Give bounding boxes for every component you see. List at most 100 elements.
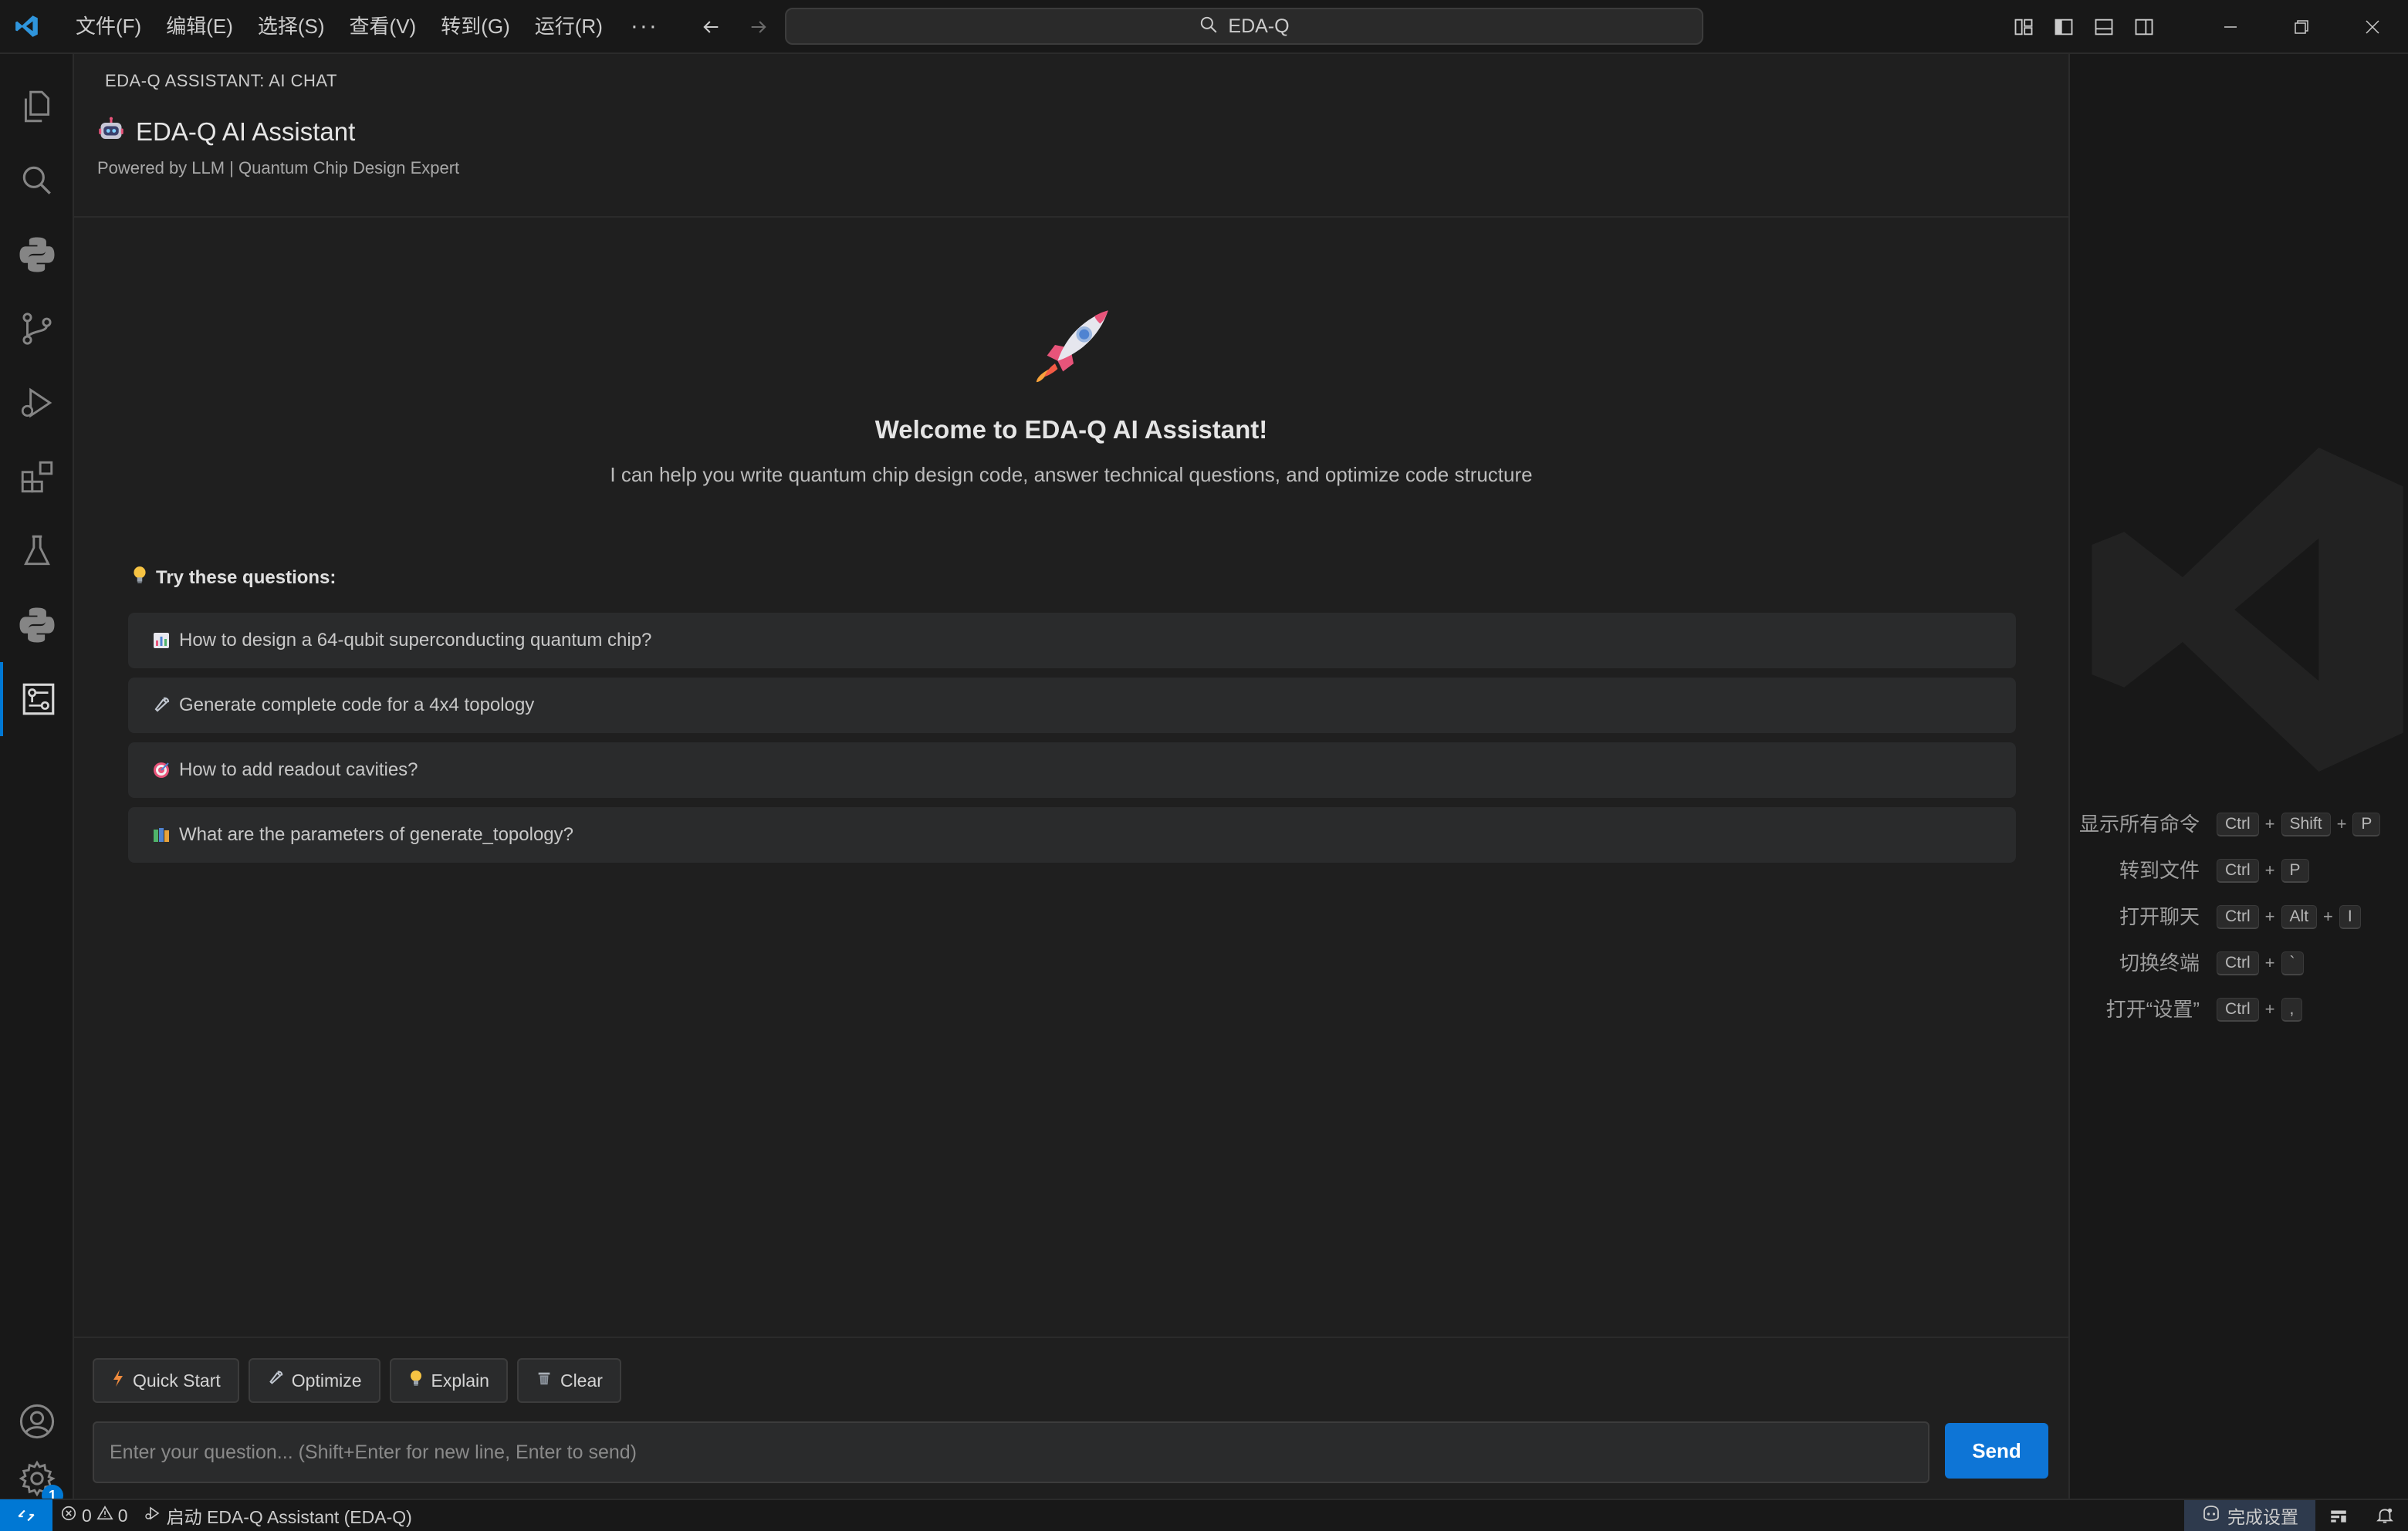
question-input[interactable] [93,1421,1929,1483]
suggestion-item[interactable]: How to design a 64-qubit superconducting… [128,613,2016,668]
ai-chat-panel: EDA-Q ASSISTANT: AI CHAT EDA-Q AI Assist… [74,54,2068,1499]
remote-indicator-icon[interactable] [0,1499,52,1531]
optimize-button[interactable]: Optimize [248,1358,380,1403]
status-bar: 0 0 启动 EDA-Q Assistant (EDA-Q) 完成设置 [0,1499,2408,1531]
menu-edit[interactable]: 编辑(E) [154,8,245,45]
menu-bar: 文件(F) 编辑(E) 选择(S) 查看(V) 转到(G) 运行(R) ··· [63,8,674,45]
copilot-icon [2201,1504,2221,1527]
key: Ctrl [2217,997,2259,1022]
explorer-icon[interactable] [0,69,74,144]
settings-icon[interactable]: 1 [0,1458,74,1506]
notifications-bell-icon[interactable] [2362,1506,2408,1526]
menu-file[interactable]: 文件(F) [63,8,154,45]
extensions-icon[interactable] [0,440,74,514]
try-label-text: Try these questions: [156,566,337,588]
key: Ctrl [2217,858,2259,883]
suggestion-text: What are the parameters of generate_topo… [179,824,573,845]
key: P [2281,858,2309,883]
shortcut-label: 切换终端 [2119,951,2200,975]
suggestion-item[interactable]: Generate complete code for a 4x4 topolog… [128,678,2016,733]
customize-layout-icon[interactable] [2004,7,2044,47]
suggestion-text: Generate complete code for a 4x4 topolog… [179,695,535,715]
chat-header: EDA-Q AI Assistant Powered by LLM | Quan… [74,108,2068,218]
bulb-icon [408,1369,424,1392]
quick-start-button[interactable]: Quick Start [93,1358,239,1403]
suggestion-item[interactable]: What are the parameters of generate_topo… [128,807,2016,863]
chat-subtitle: Powered by LLM | Quantum Chip Design Exp… [97,158,460,177]
minimize-icon[interactable] [2195,0,2266,54]
chat-title: EDA-Q AI Assistant [136,117,356,146]
debug-run-icon [144,1504,162,1527]
search-icon [1199,15,1219,39]
problems-indicator[interactable]: 0 0 [52,1505,136,1526]
shortcut-keys: Ctrl + ` [2217,951,2304,975]
restore-icon[interactable] [2266,0,2337,54]
explain-label: Explain [431,1370,489,1391]
shortcut-label: 打开“设置” [2105,998,2200,1021]
vscode-logo-icon [0,0,54,53]
account-icon[interactable] [0,1384,74,1458]
key: Alt [2281,904,2318,929]
toggle-panel-icon[interactable] [2084,7,2124,47]
title-bar-controls [2004,0,2408,54]
explain-button[interactable]: Explain [389,1358,508,1403]
clear-button[interactable]: Clear [516,1358,621,1403]
back-arrow-icon[interactable] [695,11,727,43]
eda-q-icon[interactable] [0,662,74,736]
wrench-icon [151,695,171,715]
layout-status-icon[interactable] [2315,1506,2362,1526]
send-button[interactable]: Send [1945,1423,2048,1479]
shortcut-label: 显示所有命令 [2078,813,2200,836]
error-count: 0 [82,1505,92,1526]
navigation-arrows [695,11,775,43]
toggle-secondary-sidebar-icon[interactable] [2124,7,2164,47]
shortcut-row: 打开聊天 Ctrl + Alt + I [2070,903,2408,931]
status-right: 完成设置 [2184,1500,2408,1531]
source-control-icon[interactable] [0,292,74,366]
welcome-title: Welcome to EDA-Q AI Assistant! [874,415,1268,444]
chat-input-area: Quick Start Optimize Explain Clear Enter… [74,1337,2068,1499]
key: ` [2281,951,2304,975]
shortcut-keys: Ctrl + Shift + P [2217,812,2381,836]
command-center-text: EDA-Q [1228,15,1290,37]
shortcut-keys: Ctrl + P [2217,858,2309,883]
key: Ctrl [2217,904,2259,929]
suggestion-list: How to design a 64-qubit superconducting… [128,613,2016,872]
chart-icon [151,630,171,651]
error-icon [60,1505,77,1526]
clear-label: Clear [560,1370,603,1391]
key: , [2281,997,2303,1022]
bulb-icon [131,565,148,590]
command-center-search[interactable]: EDA-Q [785,8,1703,45]
title-bar: 文件(F) 编辑(E) 选择(S) 查看(V) 转到(G) 运行(R) ··· … [0,0,2408,54]
trash-icon [536,1370,553,1391]
toggle-primary-sidebar-icon[interactable] [2044,7,2084,47]
shortcut-row: 转到文件 Ctrl + P [2070,857,2408,884]
close-icon[interactable] [2337,0,2408,54]
menu-more-button[interactable]: ··· [615,13,674,39]
search-icon[interactable] [0,144,74,218]
testing-icon[interactable] [0,514,74,588]
lightning-icon [111,1369,125,1392]
key: Ctrl [2217,951,2259,975]
menu-go[interactable]: 转到(G) [428,8,523,45]
suggestion-item[interactable]: How to add readout cavities? [128,742,2016,798]
menu-view[interactable]: 查看(V) [337,8,429,45]
shortcut-label: 转到文件 [2119,859,2200,882]
menu-run[interactable]: 运行(R) [523,8,615,45]
launch-config-item[interactable]: 启动 EDA-Q Assistant (EDA-Q) [136,1502,420,1529]
run-debug-icon[interactable] [0,366,74,440]
forward-arrow-icon[interactable] [742,11,775,43]
key: P [2352,812,2381,836]
finish-setup-button[interactable]: 完成设置 [2184,1500,2315,1531]
python-env-icon[interactable] [0,588,74,662]
warning-count: 0 [117,1505,128,1526]
menu-selection[interactable]: 选择(S) [245,8,337,45]
python-icon[interactable] [0,218,74,292]
panel-header: EDA-Q ASSISTANT: AI CHAT [105,71,337,90]
shortcut-hints: 显示所有命令 Ctrl + Shift + P 转到文件 Ctrl + P 打开聊天 … [2070,810,2408,1042]
key: Shift [2281,812,2331,836]
suggestion-text: How to design a 64-qubit superconducting… [179,630,652,651]
launch-config-text: 启动 EDA-Q Assistant (EDA-Q) [166,1507,412,1527]
shortcut-row: 切换终端 Ctrl + ` [2070,949,2408,977]
